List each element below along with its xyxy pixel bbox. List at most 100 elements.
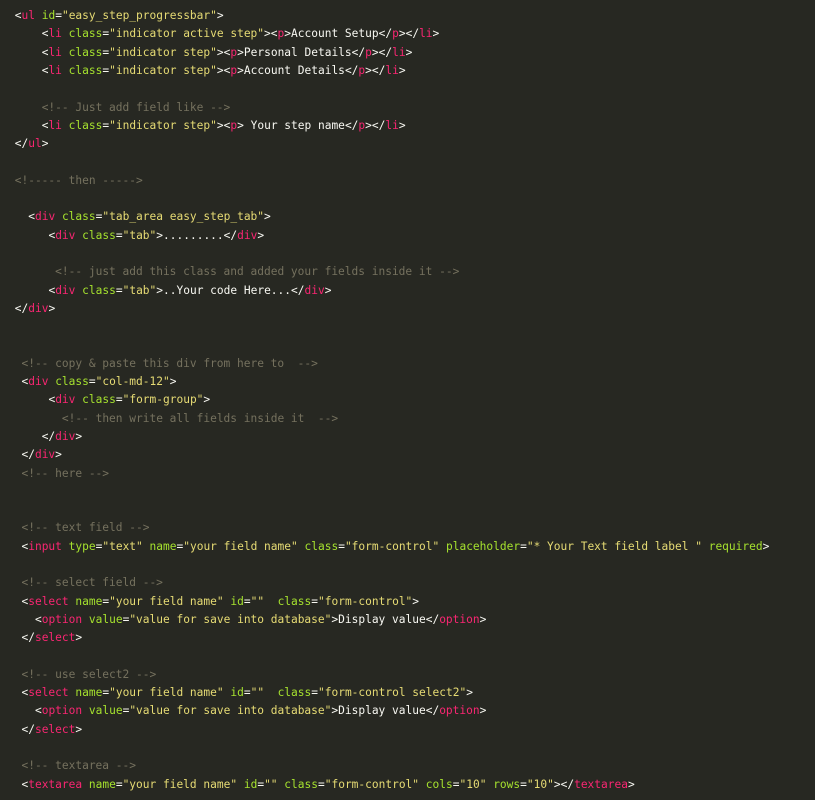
- code-token: >: [237, 118, 244, 132]
- code-line: </div>: [42, 429, 82, 445]
- code-token: >: [398, 27, 406, 41]
- code-line: <!-- then write all fields inside it -->: [62, 411, 338, 427]
- code-token: </: [41, 429, 56, 443]
- code-line: <div class="form-group">: [48, 392, 210, 408]
- code-token: class: [277, 594, 312, 608]
- code-token: >: [216, 45, 224, 59]
- code-token: Account Setup: [291, 27, 379, 41]
- code-line: <li class="indicator step"><p>Personal D…: [42, 45, 413, 61]
- code-token: >: [48, 301, 56, 315]
- code-token: <!-- use select2 -->: [21, 667, 157, 681]
- code-token: </: [14, 137, 29, 151]
- code-token: "form-control select2": [318, 686, 467, 700]
- code-token: >: [627, 777, 635, 791]
- code-token: div: [304, 283, 325, 297]
- code-line: <li class="indicator step"><p>Account De…: [42, 63, 406, 79]
- code-line: </ul>: [15, 136, 49, 152]
- code-token: >: [75, 722, 83, 736]
- code-token: li: [392, 45, 406, 59]
- code-token: li: [48, 63, 62, 77]
- code-line: <li class="indicator active step"><p>Acc…: [42, 26, 440, 42]
- code-line: <!-- just add this class and added your …: [55, 264, 459, 280]
- code-token: <!-- copy & paste this div from here to …: [21, 356, 318, 370]
- code-token: class: [284, 777, 318, 791]
- code-token: "col-md-12": [95, 375, 170, 388]
- code-token: >: [432, 27, 440, 41]
- code-token: "value for save into database": [129, 704, 332, 718]
- code-token: "tab": [122, 228, 157, 242]
- code-token: option: [41, 612, 83, 626]
- code-line: <div class="tab_area easy_step_tab">: [28, 209, 271, 225]
- code-line: <div class="tab">.........</div>: [48, 228, 264, 244]
- code-token: </: [344, 118, 359, 132]
- code-token: =: [115, 777, 123, 791]
- code-token: "form-group": [122, 393, 204, 407]
- code-token: class: [68, 63, 103, 77]
- code-token: div: [28, 301, 49, 315]
- code-token: class: [304, 539, 339, 553]
- code-token: "indicator active step": [109, 27, 265, 41]
- code-token: <!----- then ----->: [14, 173, 143, 187]
- code-token: <!-- then write all fields inside it -->: [61, 411, 339, 425]
- code-token: select: [34, 722, 76, 736]
- code-token: name: [149, 539, 177, 553]
- code-token: </: [21, 448, 35, 462]
- code-token: div: [55, 283, 76, 297]
- code-token: "": [250, 686, 265, 700]
- code-token: =: [88, 375, 96, 388]
- code-token: "form-control": [324, 777, 420, 791]
- code-token: </: [14, 301, 29, 315]
- code-token: "form-control": [344, 539, 440, 553]
- code-token: </: [223, 228, 238, 242]
- code-token: "your field name": [183, 539, 298, 553]
- code-token: p: [392, 27, 399, 41]
- code-line: <!-- here -->: [21, 466, 109, 482]
- code-token: id: [230, 594, 244, 608]
- code-token: </: [405, 27, 420, 41]
- code-token: li: [385, 63, 399, 77]
- code-token: class: [55, 375, 89, 388]
- code-line: <option value="value for save into datab…: [35, 612, 486, 628]
- code-token: >: [479, 612, 487, 626]
- code-token: input: [28, 539, 62, 553]
- code-token: "tab_area easy_step_tab": [102, 210, 265, 224]
- code-token: div: [34, 448, 56, 462]
- code-token: name: [75, 594, 103, 608]
- code-line: <!-- Just add field like -->: [42, 100, 231, 116]
- code-line: </select>: [21, 630, 82, 646]
- code-token: name: [75, 686, 103, 700]
- code-token: type: [68, 539, 96, 553]
- code-token: <!-- select field -->: [21, 576, 163, 590]
- code-token: =: [115, 393, 123, 407]
- code-token: >: [412, 594, 420, 608]
- code-token: =: [520, 539, 527, 553]
- code-token: </: [351, 45, 366, 59]
- code-token: li: [48, 45, 62, 59]
- code-editor[interactable]: <ul id="easy_step_progressbar"> <li class…: [0, 0, 815, 800]
- code-token: select: [34, 631, 76, 645]
- code-token: </: [378, 45, 393, 59]
- code-token: div: [55, 393, 76, 407]
- code-token: <!-- text field -->: [21, 521, 150, 535]
- code-line: </div>: [21, 447, 61, 463]
- code-line: <!-- select field -->: [21, 575, 162, 591]
- code-token: "form-control": [318, 594, 413, 608]
- code-token: class: [68, 45, 103, 59]
- code-token: ul: [21, 9, 35, 22]
- code-token: =: [317, 777, 325, 791]
- code-token: "10": [459, 777, 487, 791]
- code-token: class: [82, 393, 116, 407]
- code-token: ..Your code Here...: [163, 283, 292, 297]
- code-token: <: [270, 27, 278, 41]
- code-token: "indicator step": [109, 45, 217, 59]
- code-line: <!-- text field -->: [21, 520, 149, 536]
- code-token: =: [311, 594, 318, 608]
- code-token: Personal Details: [243, 45, 352, 59]
